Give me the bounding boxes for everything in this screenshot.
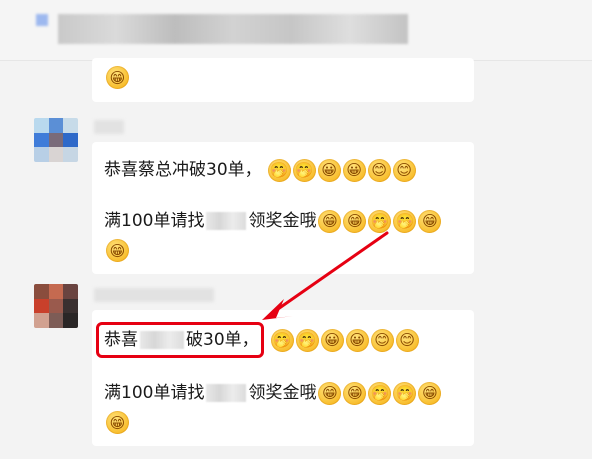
annotation-arrow: [262, 231, 389, 320]
